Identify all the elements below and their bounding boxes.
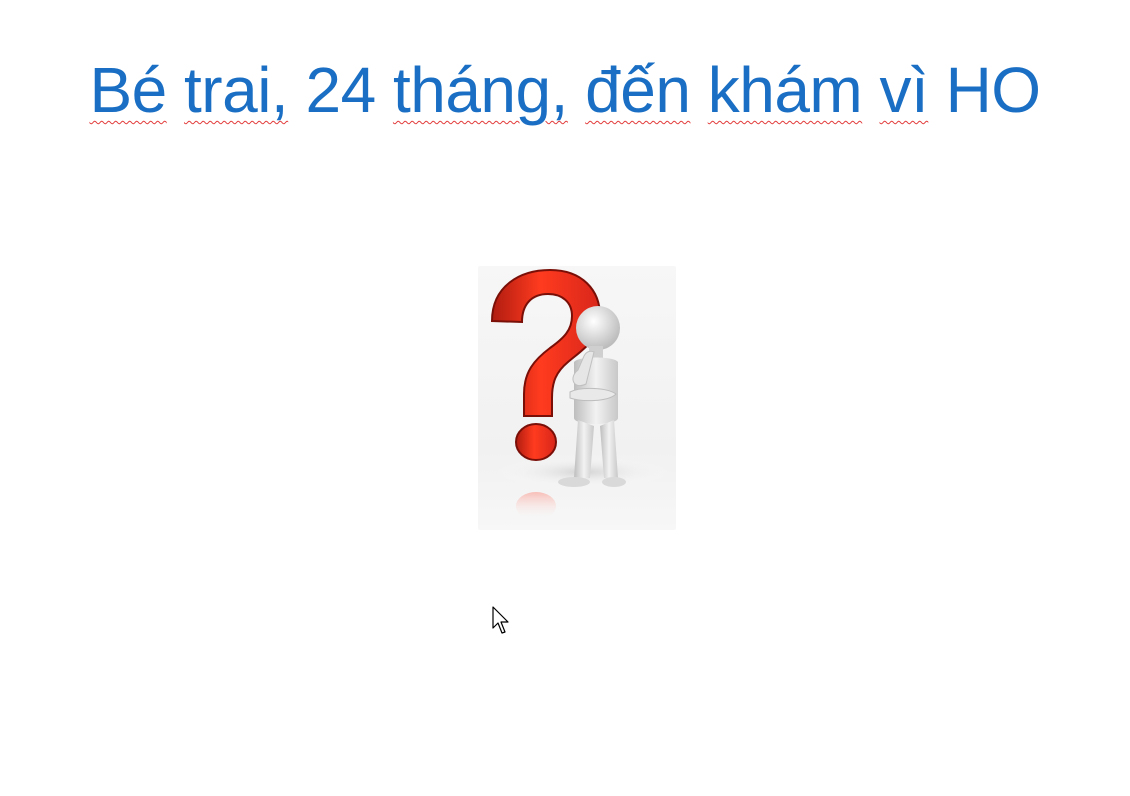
title-word: HO xyxy=(945,54,1042,126)
title-word: đến xyxy=(585,54,691,126)
slide-title: Bé trai, 24 tháng, đến khám vì HO xyxy=(0,50,1130,130)
question-mark-thinking-person-icon xyxy=(478,266,676,530)
title-word: tháng, xyxy=(392,54,568,126)
title-word: Bé xyxy=(89,54,167,126)
title-word: trai, xyxy=(184,54,289,126)
title-word: khám xyxy=(707,54,863,126)
slide: Bé trai, 24 tháng, đến khám vì HO xyxy=(0,0,1130,796)
title-word: vì xyxy=(879,54,929,126)
mouse-pointer-icon xyxy=(492,606,512,636)
title-word: 24 xyxy=(305,54,376,126)
